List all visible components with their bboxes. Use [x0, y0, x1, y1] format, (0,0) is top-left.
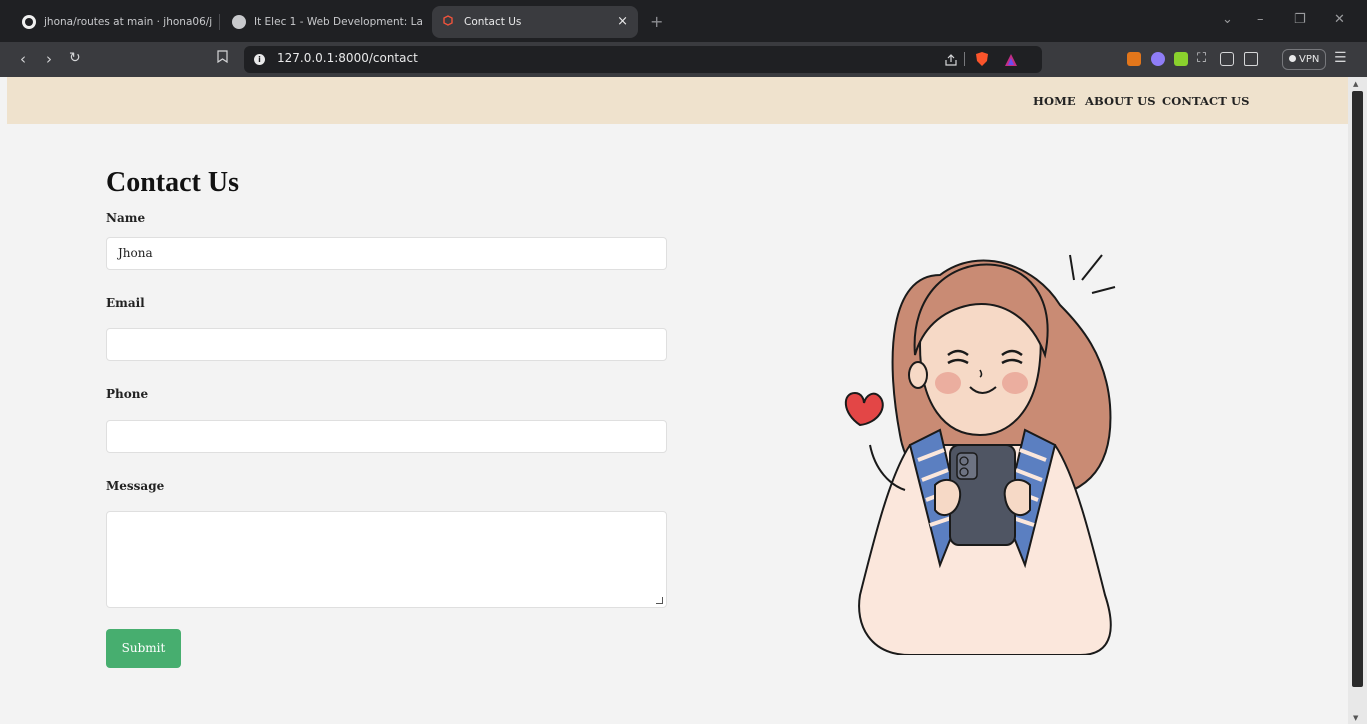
browser-toolbar: ‹ › ↻ i 127.0.0.1:8000/contact ⛶ VPN ☰	[0, 42, 1367, 77]
close-tab-icon[interactable]: ×	[617, 14, 628, 29]
menu-icon[interactable]: ☰	[1334, 50, 1347, 66]
brave-shield-icon[interactable]	[975, 51, 989, 71]
browser-tab-strip: jhona/routes at main · jhona06/jhon It E…	[0, 0, 1367, 42]
resize-handle-icon[interactable]	[656, 597, 663, 604]
tab-divider	[219, 14, 220, 30]
forward-icon[interactable]: ›	[46, 50, 52, 68]
scrollbar-thumb[interactable]	[1352, 91, 1363, 687]
message-textarea[interactable]	[106, 511, 667, 608]
vpn-button[interactable]: VPN	[1282, 49, 1326, 70]
tab-course[interactable]: It Elec 1 - Web Development: Lab 2	[222, 6, 422, 38]
sidebar-icon[interactable]	[1220, 52, 1234, 66]
tab-github[interactable]: jhona/routes at main · jhona06/jhon	[12, 6, 212, 38]
vpn-dot-icon	[1289, 55, 1296, 62]
phone-label: Phone	[106, 387, 149, 401]
name-label: Name	[106, 211, 146, 225]
tab-list-chevron-icon[interactable]: ⌄	[1222, 12, 1233, 27]
phone-input[interactable]	[106, 420, 667, 453]
tab-contact-us[interactable]: Contact Us ×	[432, 6, 638, 38]
minimize-icon[interactable]: –	[1257, 12, 1264, 27]
divider	[964, 52, 965, 66]
new-tab-icon[interactable]: +	[650, 12, 663, 31]
url-text: 127.0.0.1:8000/contact	[277, 51, 418, 65]
share-icon[interactable]	[944, 52, 958, 71]
girl-with-phone-illustration	[844, 254, 1116, 655]
laravel-icon	[442, 15, 456, 29]
nav-link-home[interactable]: HOME	[1033, 94, 1076, 108]
submit-button[interactable]: Submit	[106, 629, 181, 668]
page-viewport: HOME ABOUT US CONTACT US Contact Us Name…	[0, 77, 1348, 724]
nav-link-contact-us[interactable]: CONTACT US	[1162, 94, 1250, 108]
address-bar[interactable]: i 127.0.0.1:8000/contact	[244, 46, 1042, 73]
email-label: Email	[106, 296, 145, 310]
bookmark-icon[interactable]	[217, 50, 228, 67]
extensions-puzzle-icon[interactable]: ⛶	[1197, 51, 1206, 66]
site-navbar: HOME ABOUT US CONTACT US	[7, 77, 1348, 124]
brave-rewards-icon[interactable]	[1004, 52, 1018, 71]
back-icon[interactable]: ‹	[20, 50, 26, 68]
page-title: Contact Us	[106, 167, 239, 198]
page-scrollbar[interactable]: ▲ ▼	[1348, 77, 1367, 724]
message-label: Message	[106, 479, 165, 493]
scroll-down-icon[interactable]: ▼	[1353, 714, 1358, 722]
scroll-up-icon[interactable]: ▲	[1353, 80, 1358, 88]
extension-icon[interactable]	[1174, 52, 1188, 66]
tab-title: jhona/routes at main · jhona06/jhon	[44, 16, 212, 28]
course-icon	[232, 15, 246, 29]
name-input[interactable]: Jhona	[106, 237, 667, 270]
site-info-icon[interactable]: i	[254, 54, 265, 65]
vpn-label: VPN	[1299, 54, 1320, 65]
github-icon	[22, 15, 36, 29]
nav-link-about-us[interactable]: ABOUT US	[1085, 94, 1156, 108]
tab-title: Contact Us	[464, 16, 522, 28]
email-input[interactable]	[106, 328, 667, 361]
tab-title: It Elec 1 - Web Development: Lab 2	[254, 16, 422, 28]
wallet-icon[interactable]	[1244, 52, 1258, 66]
reload-icon[interactable]: ↻	[69, 50, 81, 66]
close-window-icon[interactable]: ✕	[1334, 12, 1345, 27]
metamask-extension-icon[interactable]	[1127, 52, 1141, 66]
maximize-icon[interactable]: ❐	[1294, 12, 1306, 27]
extension-icon[interactable]	[1151, 52, 1165, 66]
